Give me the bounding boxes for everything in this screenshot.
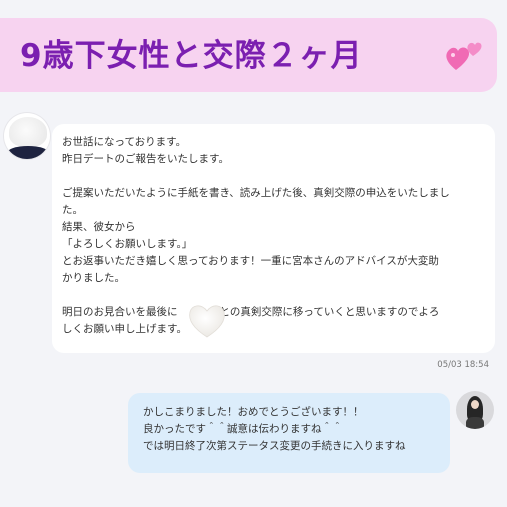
two-pink-hearts-icon xyxy=(446,42,482,70)
message-line: 昨日デートのご報告をいたします。 xyxy=(62,153,229,165)
message-line: 明日のお見合いを最後に んとの真剣交際に移っていくと思いますのでよろ xyxy=(62,306,440,318)
white-heart-avatar-icon xyxy=(9,117,47,147)
white-heart-icon xyxy=(189,305,225,338)
sender-avatar[interactable] xyxy=(4,113,50,159)
page-title: 9歳下女性と交際２ヶ月 xyxy=(20,38,363,74)
message-line: ご提案いただいたように手紙を書き、読み上げた後、真剣交際の申込をいたしまし xyxy=(62,187,450,199)
message-line xyxy=(62,168,490,185)
message-line xyxy=(62,287,490,304)
message-line: かしこまりました！おめでとうございます！！ xyxy=(143,406,364,418)
message-timestamp: 05/03 18:54 xyxy=(437,360,489,370)
message-line: しくお願い申し上げます。 xyxy=(62,323,187,335)
sent-message-text: かしこまりました！おめでとうございます！！ 良かったです＾＾誠意は伝わりますね＾… xyxy=(143,404,443,455)
message-line: 良かったです＾＾誠意は伝わりますね＾＾ xyxy=(143,423,343,435)
message-line: かりました。 xyxy=(62,272,125,284)
message-line: お世話になっております。 xyxy=(62,136,187,148)
reply-avatar[interactable] xyxy=(456,391,494,429)
message-line: とお返事いただき嬉しく思っております！一重に宮本さんのアドバイスが大変助 xyxy=(62,255,439,267)
message-line: では明日終了次第ステータス変更の手続きに入りますね xyxy=(143,440,406,452)
message-line: 「よろしくお願いします。」 xyxy=(62,238,193,250)
received-message-text: お世話になっております。 昨日デートのご報告をいたします。 ご提案いただいたよう… xyxy=(62,134,490,338)
message-line: た。 xyxy=(62,204,83,216)
message-line: 結果、彼女から xyxy=(62,221,136,233)
